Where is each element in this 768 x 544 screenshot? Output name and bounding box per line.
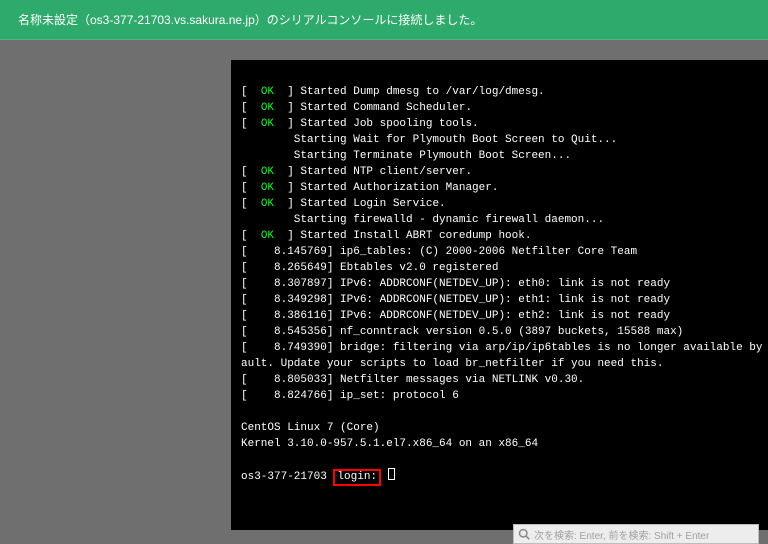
log-line: Starting firewalld - dynamic firewall da… [241, 214, 604, 226]
log-line: Starting Wait for Plymouth Boot Screen t… [241, 134, 617, 146]
status-ok: OK [261, 86, 274, 98]
log-line: [ OK ] Started Dump dmesg to /var/log/dm… [241, 86, 545, 98]
cursor-icon [388, 468, 395, 480]
log-line: [ 8.265649] Ebtables v2.0 registered [241, 262, 498, 274]
status-ok: OK [261, 230, 274, 242]
login-prompt[interactable]: os3-377-21703 login: [241, 471, 395, 483]
log-line: [ OK ] Started Authorization Manager. [241, 182, 498, 194]
status-ok: OK [261, 102, 274, 114]
log-line: [ OK ] Started NTP client/server. [241, 166, 472, 178]
log-line: [ OK ] Started Job spooling tools. [241, 118, 479, 130]
log-line: Starting Terminate Plymouth Boot Screen.… [241, 150, 571, 162]
status-ok: OK [261, 198, 274, 210]
log-line: [ 8.805033] Netfilter messages via NETLI… [241, 374, 584, 386]
status-ok: OK [261, 166, 274, 178]
log-line: [ OK ] Started Login Service. [241, 198, 446, 210]
log-line: [ 8.386116] IPv6: ADDRCONF(NETDEV_UP): e… [241, 310, 670, 322]
log-line: [ OK ] Started Command Scheduler. [241, 102, 472, 114]
kernel-line: Kernel 3.10.0-957.5.1.el7.x86_64 on an x… [241, 438, 538, 450]
header-bar: 名称未設定（os3-377-21703.vs.sakura.ne.jp）のシリア… [0, 0, 768, 40]
log-line: [ OK ] Started Install ABRT coredump hoo… [241, 230, 531, 242]
search-icon [518, 528, 530, 540]
search-placeholder: 次を検索: Enter, 前を検索: Shift + Enter [534, 527, 709, 542]
status-ok: OK [261, 182, 274, 194]
log-line: [ 8.545356] nf_conntrack version 0.5.0 (… [241, 326, 683, 338]
status-ok: OK [261, 118, 274, 130]
login-highlight: login: [333, 469, 381, 486]
terminal-output[interactable]: [ OK ] Started Dump dmesg to /var/log/dm… [231, 60, 768, 530]
log-line: ault. Update your scripts to load br_net… [241, 358, 663, 370]
log-line: [ 8.145769] ip6_tables: (C) 2000-2006 Ne… [241, 246, 637, 258]
log-line: [ 8.349298] IPv6: ADDRCONF(NETDEV_UP): e… [241, 294, 670, 306]
os-line: CentOS Linux 7 (Core) [241, 422, 380, 434]
log-line: [ 8.824766] ip_set: protocol 6 [241, 390, 459, 402]
search-bar[interactable]: 次を検索: Enter, 前を検索: Shift + Enter [513, 524, 759, 544]
header-title: 名称未設定（os3-377-21703.vs.sakura.ne.jp）のシリア… [18, 11, 482, 28]
log-line: [ 8.749390] bridge: filtering via arp/ip… [241, 342, 768, 354]
log-line: [ 8.307897] IPv6: ADDRCONF(NETDEV_UP): e… [241, 278, 670, 290]
